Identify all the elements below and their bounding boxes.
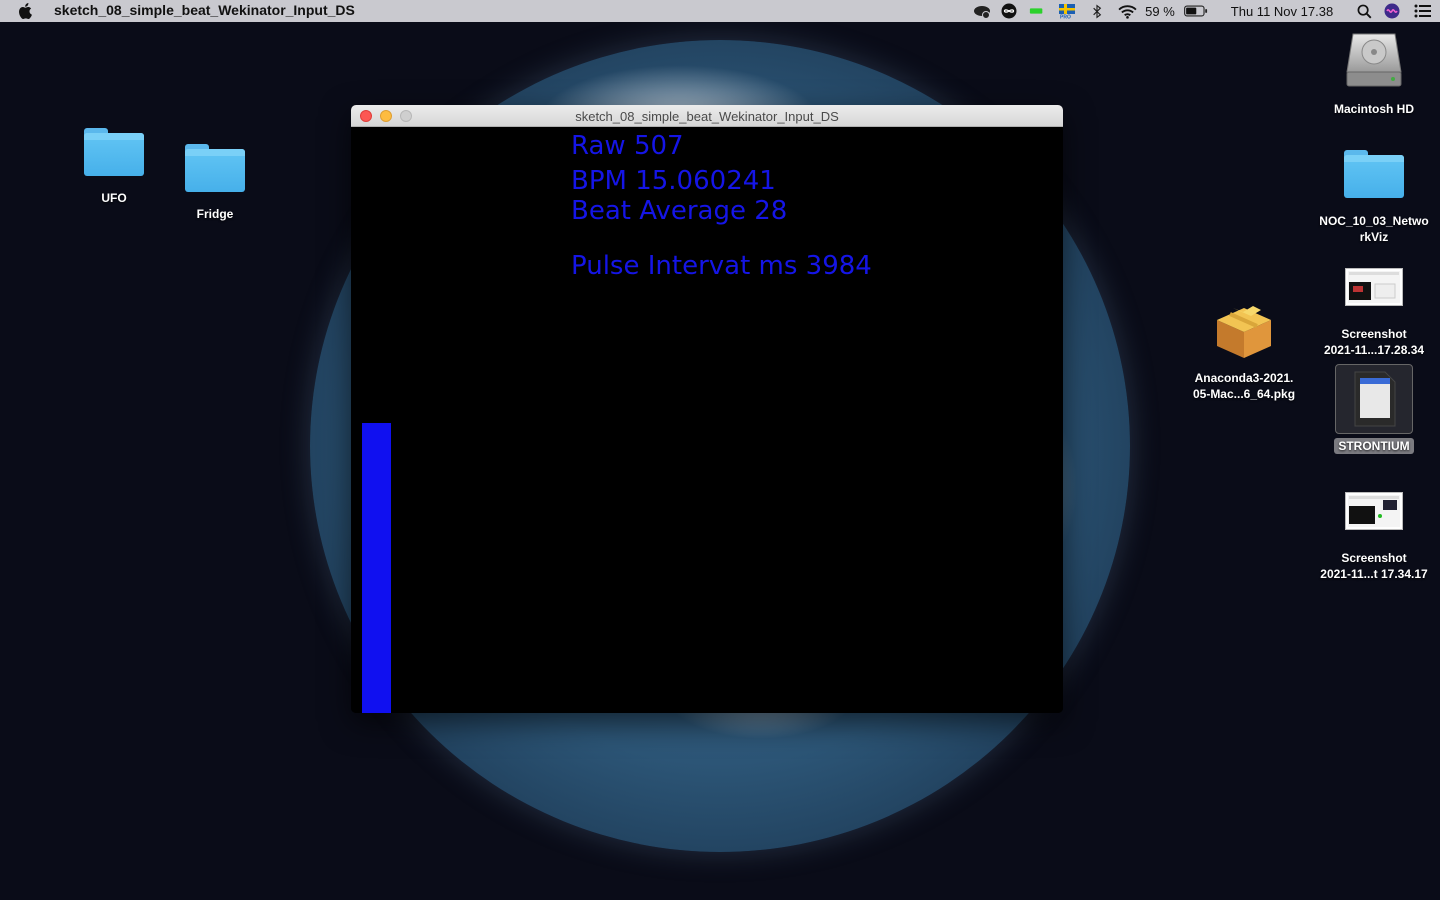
- desktop-folder-ufo[interactable]: UFO: [74, 128, 154, 206]
- desktop-macintosh-hd[interactable]: Macintosh HD: [1314, 30, 1434, 117]
- window-title: sketch_08_simple_beat_Wekinator_Input_DS: [575, 109, 839, 124]
- active-app-name[interactable]: sketch_08_simple_beat_Wekinator_Input_DS: [54, 2, 355, 18]
- desktop-folder-fridge[interactable]: Fridge: [175, 144, 255, 222]
- folder-icon: [84, 128, 144, 176]
- battery-icon[interactable]: [1178, 0, 1214, 22]
- desktop-icon-label: Fridge: [196, 207, 234, 221]
- creative-cloud-icon[interactable]: [968, 0, 996, 22]
- status-area: PRO 59 % Thu 11 Nov 17.38: [968, 0, 1440, 22]
- bpm-readout: BPM 15.060241: [571, 166, 776, 196]
- beat-average-readout: Beat Average 28: [571, 196, 788, 226]
- menu-bar: sketch_08_simple_beat_Wekinator_Input_DS…: [0, 0, 1440, 22]
- desktop-icon-label: NOC_10_03_Netwo rkViz: [1319, 214, 1429, 244]
- desktop-icon-label: UFO: [101, 191, 127, 205]
- green-battery-icon[interactable]: [1022, 0, 1052, 22]
- pulse-interval-readout: Pulse Intervat ms 3984: [571, 251, 872, 281]
- screenshot-icon: [1345, 492, 1403, 530]
- desktop-icon-label: STRONTIUM: [1334, 438, 1414, 454]
- desktop-strontium-drive[interactable]: STRONTIUM: [1334, 364, 1414, 454]
- battery-percent[interactable]: 59 %: [1142, 0, 1178, 22]
- desktop-folder-noc[interactable]: NOC_10_03_Netwo rkViz: [1314, 150, 1434, 245]
- desktop-screenshot-2[interactable]: Screenshot 2021-11...t 17.34.17: [1314, 492, 1434, 582]
- screenshot-icon: [1345, 268, 1403, 306]
- window-titlebar[interactable]: sketch_08_simple_beat_Wekinator_Input_DS: [351, 105, 1063, 127]
- sd-card-icon: [1354, 371, 1396, 427]
- signal-level-bar: [362, 423, 391, 713]
- desktop-icon-label: Macintosh HD: [1333, 102, 1414, 116]
- desktop-screenshot-1[interactable]: Screenshot 2021-11...17.28.34: [1314, 268, 1434, 358]
- desktop-icon-label: Screenshot 2021-11...17.28.34: [1323, 327, 1425, 357]
- svg-text:PRO: PRO: [1060, 15, 1071, 20]
- desktop-anaconda-pkg[interactable]: Anaconda3-2021. 05-Mac...6_64.pkg: [1184, 302, 1304, 402]
- desktop-icon-label: Screenshot 2021-11...t 17.34.17: [1320, 551, 1428, 581]
- siri-icon[interactable]: [1378, 0, 1406, 22]
- spotlight-icon[interactable]: [1350, 0, 1378, 22]
- sketch-canvas[interactable]: Raw 507 BPM 15.060241 Beat Average 28 Pu…: [351, 127, 1063, 713]
- desktop-icon-label: Anaconda3-2021. 05-Mac...6_64.pkg: [1192, 371, 1296, 401]
- bluetooth-icon[interactable]: [1082, 0, 1112, 22]
- folder-icon: [1344, 150, 1404, 198]
- raw-readout: Raw 507: [571, 131, 684, 161]
- menu-clock[interactable]: Thu 11 Nov 17.38: [1214, 0, 1350, 22]
- folder-icon: [185, 144, 245, 192]
- wifi-icon[interactable]: [1112, 0, 1142, 22]
- sketch-window[interactable]: sketch_08_simple_beat_Wekinator_Input_DS…: [351, 105, 1063, 713]
- infinity-icon[interactable]: [996, 0, 1022, 22]
- control-center-icon[interactable]: [1406, 0, 1440, 22]
- apple-menu-icon[interactable]: [18, 2, 34, 20]
- selection-highlight: [1335, 364, 1413, 434]
- package-icon: [1217, 306, 1271, 358]
- hard-drive-icon: [1346, 33, 1402, 87]
- flag-sweden-icon[interactable]: PRO: [1052, 0, 1082, 22]
